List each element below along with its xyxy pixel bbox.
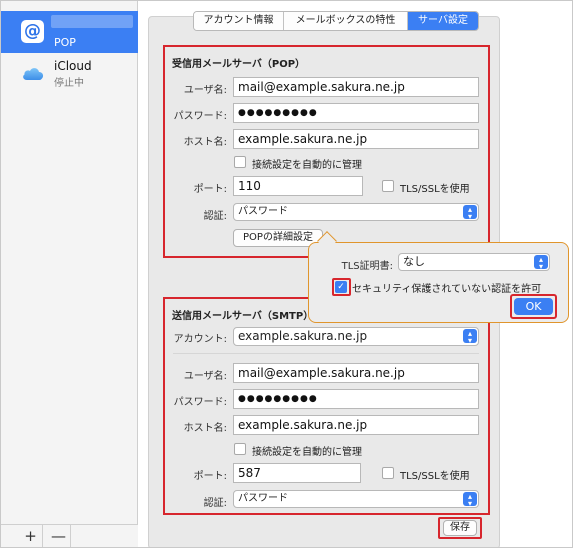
outgoing-host-field[interactable]: example.sakura.ne.jp: [233, 415, 479, 435]
remove-account-button[interactable]: —: [47, 524, 71, 547]
chevron-updown-icon: ▴ ▾: [534, 255, 548, 271]
add-account-button[interactable]: +: [19, 524, 43, 547]
incoming-section-title: 受信用メールサーバ（POP）: [172, 59, 306, 70]
incoming-password-field[interactable]: ●●●●●●●●●: [233, 103, 479, 123]
outgoing-section-title: 送信用メールサーバ（SMTP）: [172, 311, 314, 322]
incoming-auth-label: 認証:: [203, 211, 227, 222]
incoming-tls-checkbox[interactable]: [382, 180, 394, 192]
incoming-auto-manage-checkbox[interactable]: [234, 156, 246, 168]
incoming-host-label: ホスト名:: [183, 137, 227, 148]
incoming-host-field[interactable]: example.sakura.ne.jp: [233, 129, 479, 149]
tls-cert-value: なし: [403, 255, 425, 268]
account-status-label: 停止中: [54, 78, 84, 89]
incoming-username-label: ユーザ名:: [183, 85, 227, 96]
tls-cert-select[interactable]: なし ▴ ▾: [398, 253, 550, 271]
outgoing-auth-value: パスワード: [238, 493, 288, 504]
incoming-auth-select[interactable]: パスワード ▴ ▾: [233, 203, 479, 221]
outgoing-username-field[interactable]: mail@example.sakura.ne.jp: [233, 363, 479, 383]
account-type-label: POP: [54, 36, 76, 49]
chevron-updown-icon: ▴ ▾: [463, 492, 477, 508]
tab-account-info[interactable]: アカウント情報: [194, 12, 284, 30]
outgoing-port-field[interactable]: 587: [233, 463, 361, 483]
tab-mailbox-behaviors[interactable]: メールボックスの特性: [284, 12, 408, 30]
incoming-username-field[interactable]: mail@example.sakura.ne.jp: [233, 77, 479, 97]
settings-tabs: アカウント情報 メールボックスの特性 サーバ設定: [193, 11, 479, 31]
outgoing-port-label: ポート:: [193, 471, 227, 482]
outgoing-username-label: ユーザ名:: [183, 371, 227, 382]
outgoing-tls-label: TLS/SSLを使用: [400, 471, 470, 482]
outgoing-auth-select[interactable]: パスワード ▴ ▾: [233, 490, 479, 508]
incoming-password-label: パスワード:: [173, 111, 227, 122]
account-name-redacted: [51, 15, 133, 28]
save-button[interactable]: 保存: [443, 520, 477, 536]
outgoing-auto-manage-label: 接続設定を自動的に管理: [252, 447, 362, 458]
chevron-updown-icon: ▴ ▾: [463, 205, 477, 221]
outgoing-auth-label: 認証:: [203, 498, 227, 509]
allow-insecure-checkbox[interactable]: ✓: [335, 281, 347, 293]
mail-account-preferences-window: @ POP iCloud 停止中 + — アカウント情報 メールボックスの特性 …: [0, 0, 573, 548]
incoming-auto-manage-label: 接続設定を自動的に管理: [252, 160, 362, 171]
incoming-port-field[interactable]: 110: [233, 176, 363, 196]
outgoing-account-label: アカウント:: [173, 334, 227, 345]
chevron-updown-icon: ▴ ▾: [463, 329, 477, 345]
outgoing-account-value: example.sakura.ne.jp: [238, 329, 368, 343]
incoming-port-label: ポート:: [193, 184, 227, 195]
outgoing-account-select[interactable]: example.sakura.ne.jp ▴ ▾: [233, 327, 479, 346]
cloud-icon: [23, 68, 44, 80]
section-divider: [173, 353, 479, 354]
at-sign-icon: @: [21, 20, 44, 43]
ok-button[interactable]: OK: [514, 298, 553, 315]
outgoing-tls-checkbox[interactable]: [382, 467, 394, 479]
incoming-auth-value: パスワード: [238, 206, 288, 217]
account-item-icloud[interactable]: iCloud: [54, 59, 92, 73]
incoming-tls-label: TLS/SSLを使用: [400, 184, 470, 195]
outgoing-auto-manage-checkbox[interactable]: [234, 443, 246, 455]
allow-insecure-label: セキュリティ保護されていない認証を許可: [352, 284, 542, 295]
outgoing-host-label: ホスト名:: [183, 423, 227, 434]
outgoing-password-field[interactable]: ●●●●●●●●●: [233, 389, 479, 409]
outgoing-password-label: パスワード:: [173, 397, 227, 408]
tls-cert-label: TLS証明書:: [341, 261, 393, 272]
tab-server-settings[interactable]: サーバ設定: [408, 12, 478, 30]
